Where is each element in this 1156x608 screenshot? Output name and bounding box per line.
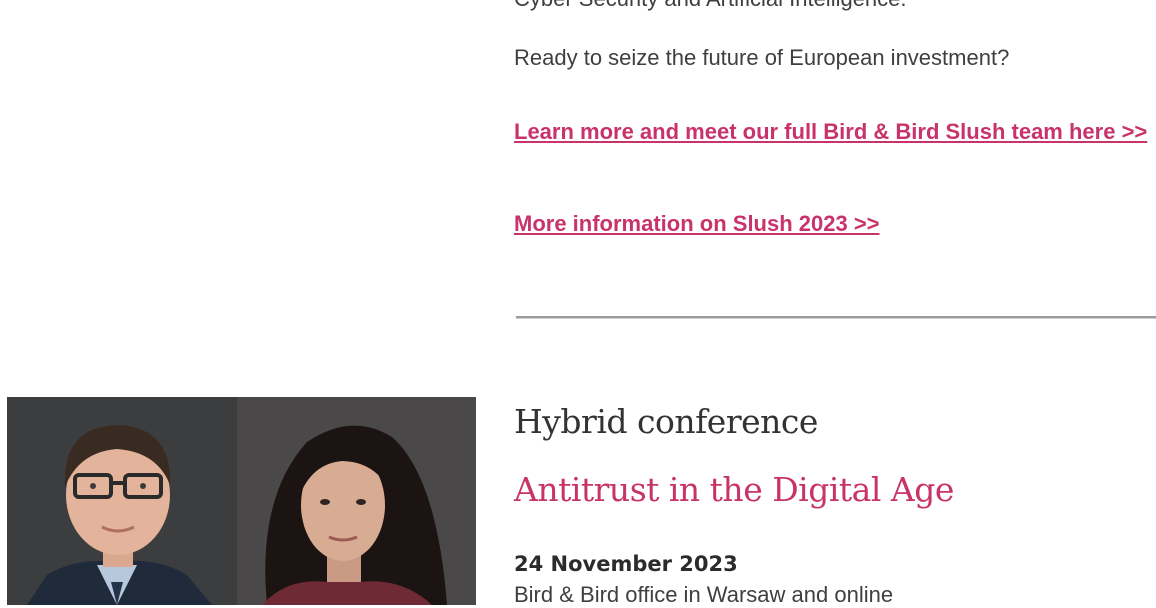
- event-type: Hybrid conference: [514, 402, 818, 441]
- event-title-link[interactable]: Antitrust in the Digital Age: [514, 470, 954, 509]
- speakers-photo: [7, 397, 476, 605]
- event-location: Bird & Bird office in Warsaw and online: [514, 582, 894, 607]
- more-info-link[interactable]: More information on Slush 2023 >>: [514, 207, 880, 240]
- event-date: 24 November 2023: [514, 552, 738, 576]
- learn-more-link[interactable]: Learn more and meet our full Bird & Bird…: [514, 115, 1154, 148]
- intro-question: Ready to seize the future of European in…: [514, 45, 1010, 70]
- section-divider: [516, 316, 1156, 319]
- intro-cut-text: Cyber Security and Artificial Intelligen…: [514, 0, 907, 12]
